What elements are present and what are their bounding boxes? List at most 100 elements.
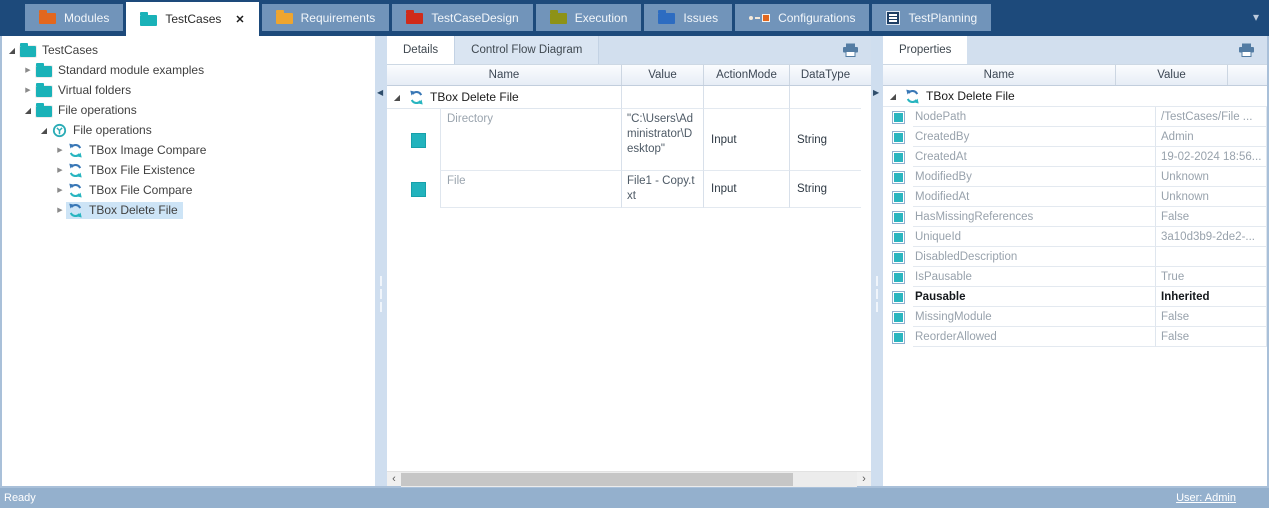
column-header-value[interactable]: Value bbox=[1115, 65, 1227, 85]
property-value[interactable]: False bbox=[1155, 307, 1267, 327]
tab-details[interactable]: Details bbox=[387, 36, 455, 64]
tab-label: Configurations bbox=[778, 10, 856, 25]
print-icon[interactable] bbox=[1238, 36, 1255, 64]
property-icon bbox=[891, 270, 905, 284]
properties-group-row[interactable]: ◢ TBox Delete File bbox=[883, 86, 1267, 107]
tree-item-tbox-file-compare[interactable]: ▶ TBox File Compare bbox=[2, 180, 375, 200]
horizontal-scrollbar[interactable]: ‹ › bbox=[387, 471, 871, 487]
tree-expander-icon[interactable]: ▶ bbox=[54, 186, 66, 194]
details-row-directory[interactable]: Directory "C:\Users\Administrator\Desktop… bbox=[387, 109, 861, 171]
property-value[interactable]: Inherited bbox=[1155, 287, 1267, 307]
scroll-right-icon[interactable]: › bbox=[857, 472, 871, 487]
param-actionmode[interactable]: Input bbox=[703, 109, 789, 171]
property-row-modifiedby[interactable]: ModifiedBy Unknown bbox=[883, 167, 1267, 187]
param-value[interactable]: File1 - Copy.txt bbox=[621, 171, 703, 208]
details-group-row[interactable]: ◢ TBox Delete File bbox=[387, 86, 861, 109]
property-row-hasmissingreferences[interactable]: HasMissingReferences False bbox=[883, 207, 1267, 227]
scrollbar-track[interactable] bbox=[401, 471, 857, 487]
details-grid: ◢ TBox Delete File Directory "C:\Users\Admi… bbox=[387, 86, 871, 471]
param-value[interactable]: "C:\Users\Administrator\Desktop" bbox=[621, 109, 703, 171]
property-row-createdat[interactable]: CreatedAt 19-02-2024 18:56... bbox=[883, 147, 1267, 167]
chevron-down-icon[interactable]: ▾ bbox=[1253, 10, 1259, 24]
tree-expander-icon[interactable]: ▶ bbox=[22, 66, 34, 74]
tab-requirements[interactable]: Requirements bbox=[261, 4, 390, 31]
tab-testplanning[interactable]: TestPlanning bbox=[872, 4, 992, 31]
folder-icon bbox=[36, 102, 52, 117]
property-row-modifiedat[interactable]: ModifiedAt Unknown bbox=[883, 187, 1267, 207]
tree-expander-icon[interactable]: ▶ bbox=[54, 166, 66, 174]
left-splitter[interactable]: ◀ bbox=[375, 36, 387, 486]
column-header-name[interactable]: Name bbox=[883, 65, 1115, 85]
expander-expanded-icon[interactable]: ◢ bbox=[391, 93, 403, 102]
property-row-pausable[interactable]: Pausable Inherited bbox=[883, 287, 1267, 307]
property-row-disableddescription[interactable]: DisabledDescription bbox=[883, 247, 1267, 267]
folder-icon bbox=[36, 82, 52, 97]
list-icon bbox=[886, 10, 901, 25]
tree-item-file-operations[interactable]: ◢ File operations bbox=[2, 120, 375, 140]
column-header-name[interactable]: Name bbox=[387, 65, 621, 85]
tab-properties[interactable]: Properties bbox=[883, 36, 968, 64]
tree-item-label: TBox Image Compare bbox=[89, 143, 207, 157]
property-row-reorderallowed[interactable]: ReorderAllowed False bbox=[883, 327, 1267, 347]
folder-icon bbox=[140, 11, 158, 26]
property-row-createdby[interactable]: CreatedBy Admin bbox=[883, 127, 1267, 147]
details-row-file[interactable]: File File1 - Copy.txt Input String bbox=[387, 171, 861, 208]
tree-expander-icon[interactable]: ▶ bbox=[54, 146, 66, 154]
property-value[interactable]: Admin bbox=[1155, 127, 1267, 147]
property-value[interactable]: True bbox=[1155, 267, 1267, 287]
close-icon[interactable]: ✕ bbox=[235, 13, 244, 26]
tab-configurations[interactable]: Configurations bbox=[735, 4, 870, 31]
tab-testcasedesign[interactable]: TestCaseDesign bbox=[392, 4, 533, 31]
tab-label: Issues bbox=[683, 10, 719, 25]
column-header-datatype[interactable]: DataType bbox=[789, 65, 861, 85]
tree-expander-icon[interactable]: ▶ bbox=[54, 206, 66, 214]
tree-item-standard-module-examples[interactable]: ▶ Standard module examples bbox=[2, 60, 375, 80]
tree-expander-icon[interactable]: ◢ bbox=[38, 126, 50, 135]
tree-item-tbox-delete-file[interactable]: ▶ TBox Delete File bbox=[2, 200, 375, 220]
property-value[interactable]: False bbox=[1155, 327, 1267, 347]
column-header-actionmode[interactable]: ActionMode bbox=[703, 65, 789, 85]
property-value[interactable]: False bbox=[1155, 207, 1267, 227]
property-value[interactable] bbox=[1155, 247, 1267, 267]
property-value[interactable]: 3a10d3b9-2de2-... bbox=[1155, 227, 1267, 247]
tab-control-flow-diagram[interactable]: Control Flow Diagram bbox=[454, 36, 600, 64]
right-splitter[interactable]: ▶ bbox=[871, 36, 883, 486]
property-row-nodepath[interactable]: NodePath/TestCases/File ... bbox=[883, 107, 1267, 127]
refresh-icon bbox=[69, 163, 82, 177]
print-icon[interactable] bbox=[842, 36, 859, 64]
tab-execution[interactable]: Execution bbox=[535, 4, 642, 31]
tree-item-virtual-folders[interactable]: ▶ Virtual folders bbox=[2, 80, 375, 100]
expander-expanded-icon[interactable]: ◢ bbox=[887, 92, 899, 101]
tree-item-tbox-file-existence[interactable]: ▶ TBox File Existence bbox=[2, 160, 375, 180]
property-value[interactable]: Unknown bbox=[1155, 187, 1267, 207]
collapse-left-icon[interactable]: ◀ bbox=[377, 88, 383, 97]
scroll-left-icon[interactable]: ‹ bbox=[387, 472, 401, 487]
details-tabstrip: Details Control Flow Diagram bbox=[387, 36, 871, 64]
property-value[interactable]: Unknown bbox=[1155, 167, 1267, 187]
tree-expander-icon[interactable]: ◢ bbox=[6, 46, 18, 55]
property-row-ispausable[interactable]: IsPausable True bbox=[883, 267, 1267, 287]
tree-item-content: File operations bbox=[34, 102, 142, 118]
property-row-missingmodule[interactable]: MissingModule False bbox=[883, 307, 1267, 327]
scrollbar-thumb[interactable] bbox=[401, 472, 794, 486]
user-link[interactable]: User: Admin bbox=[1176, 492, 1236, 504]
tree-expander-icon[interactable]: ▶ bbox=[22, 86, 34, 94]
property-value[interactable]: 19-02-2024 18:56... bbox=[1155, 147, 1267, 167]
column-header-value[interactable]: Value bbox=[621, 65, 703, 85]
tree-item-file-operations[interactable]: ◢ File operations bbox=[2, 100, 375, 120]
tree-expander-icon[interactable]: ◢ bbox=[22, 106, 34, 115]
property-row-uniqueid[interactable]: UniqueId 3a10d3b9-2de2-... bbox=[883, 227, 1267, 247]
tab-modules[interactable]: Modules bbox=[25, 4, 124, 31]
tab-issues[interactable]: Issues bbox=[644, 4, 733, 31]
property-value[interactable]: /TestCases/File ... bbox=[1155, 107, 1267, 127]
refresh-icon bbox=[69, 183, 82, 197]
tree-item-testcases[interactable]: ◢ TestCases bbox=[2, 40, 375, 60]
refresh-icon bbox=[410, 90, 423, 104]
collapse-right-icon[interactable]: ▶ bbox=[873, 88, 879, 97]
tab-testcases[interactable]: TestCases ✕ bbox=[126, 2, 259, 36]
param-datatype[interactable]: String bbox=[789, 109, 861, 171]
property-name: DisabledDescription bbox=[913, 247, 1155, 267]
param-actionmode[interactable]: Input bbox=[703, 171, 789, 208]
param-datatype[interactable]: String bbox=[789, 171, 861, 208]
tree-item-tbox-image-compare[interactable]: ▶ TBox Image Compare bbox=[2, 140, 375, 160]
